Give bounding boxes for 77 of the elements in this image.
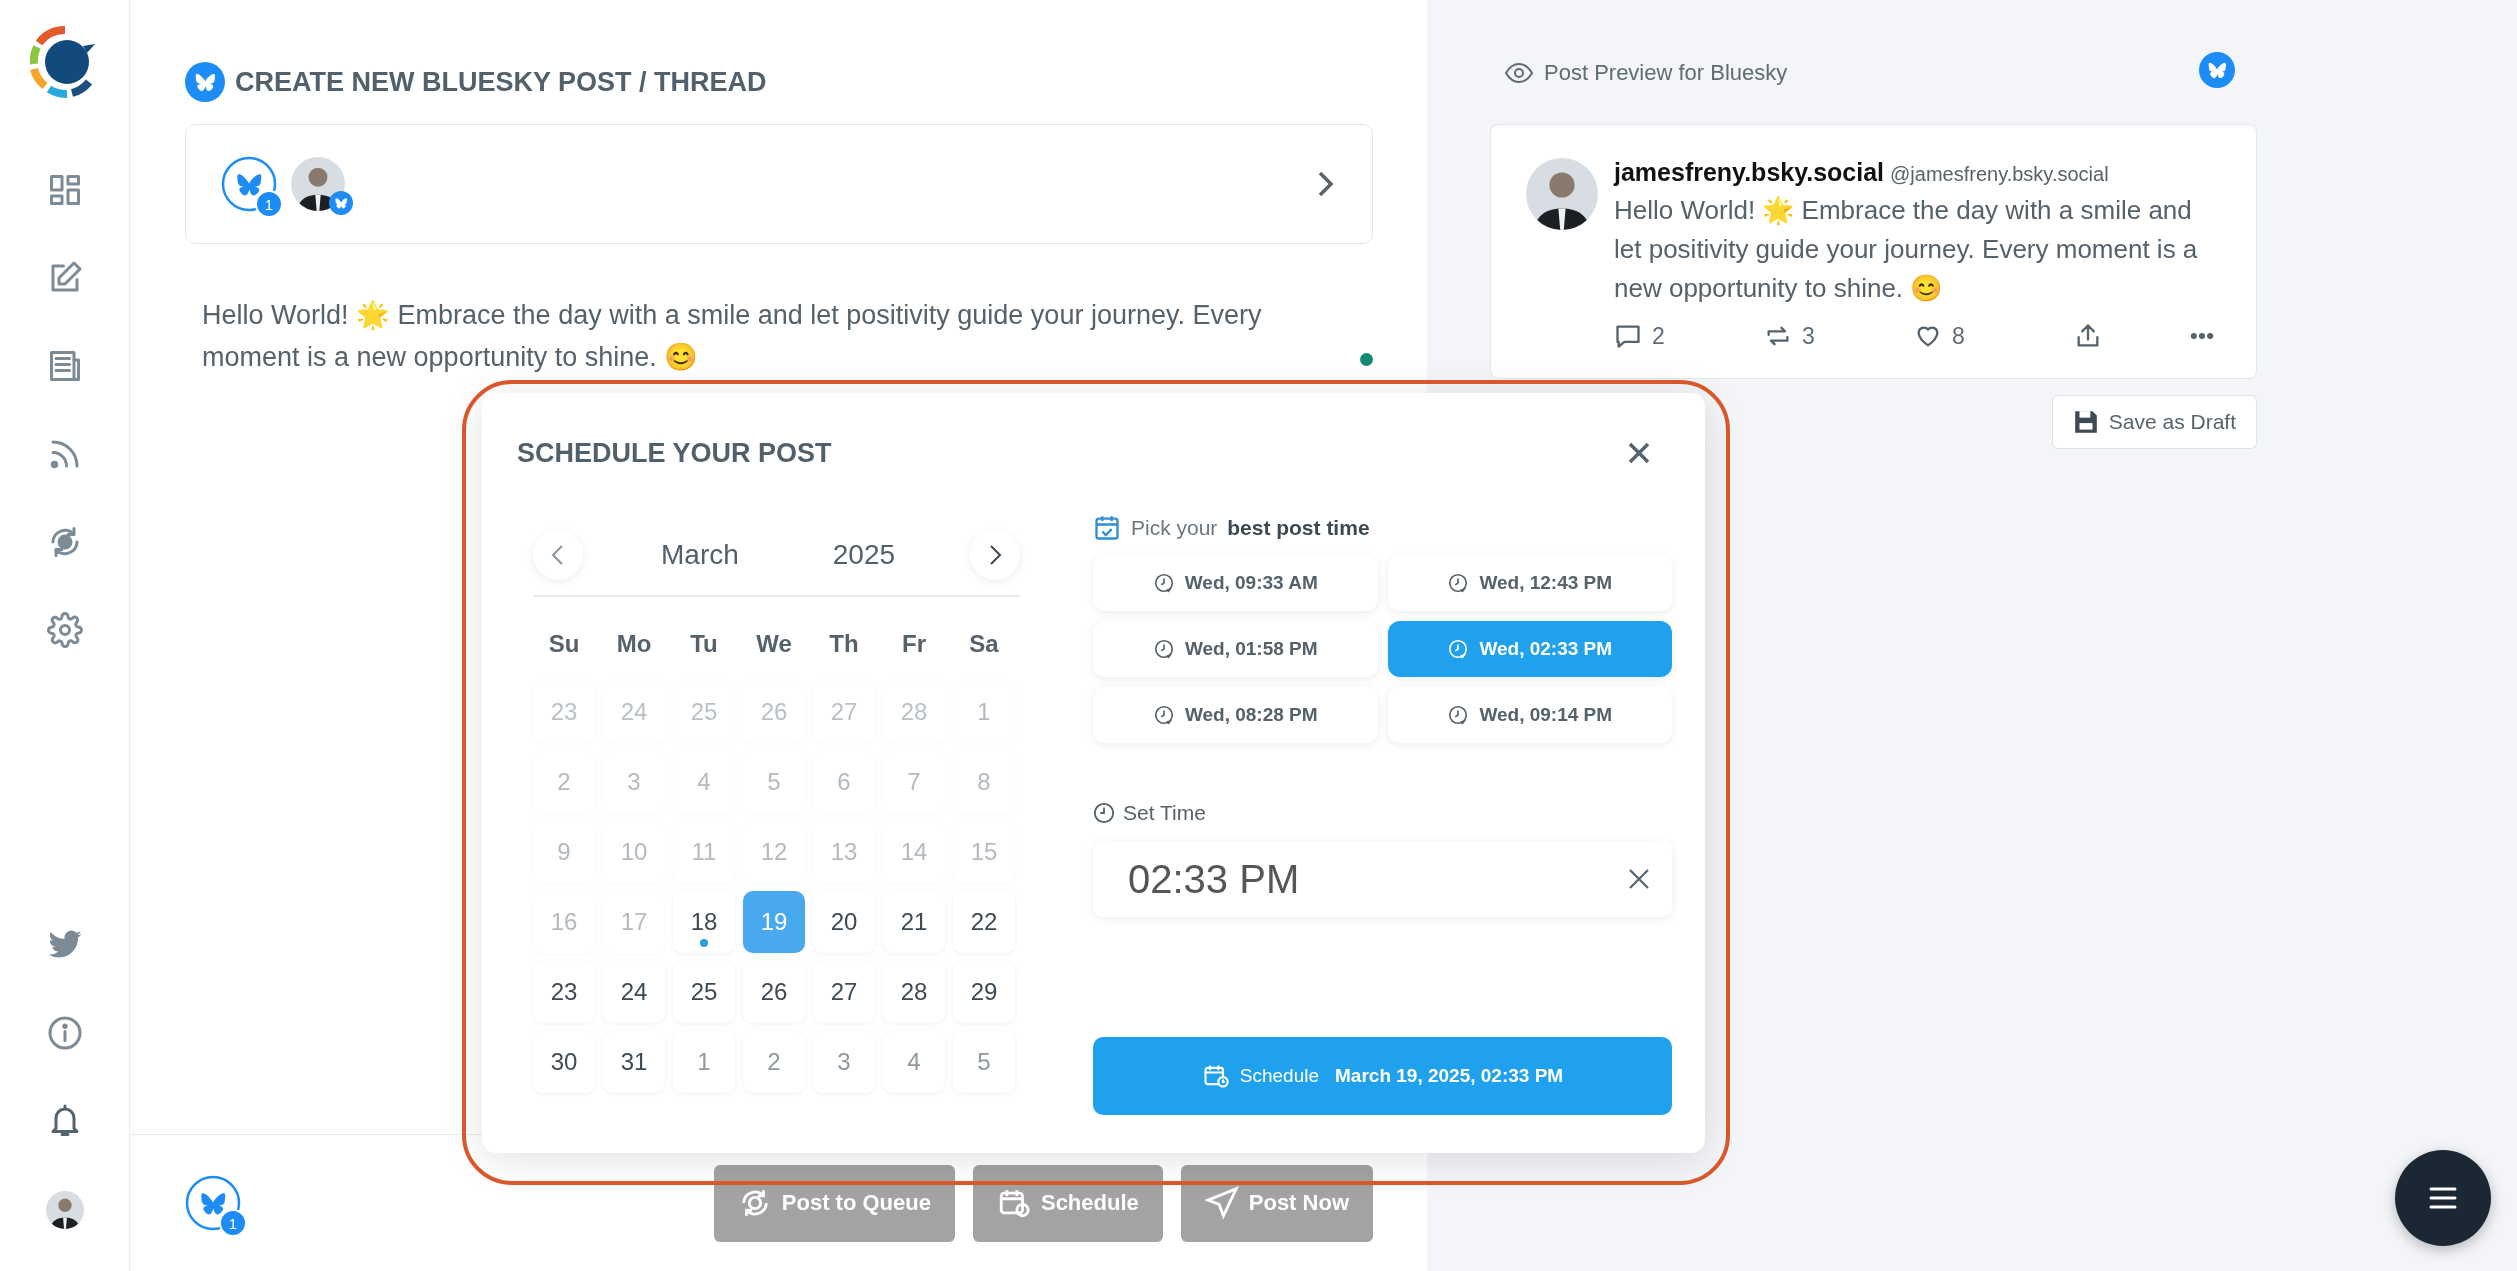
avatar	[291, 157, 345, 211]
calendar-day[interactable]: 29	[953, 961, 1015, 1023]
info-icon[interactable]	[46, 1015, 83, 1051]
calendar-day[interactable]: 27	[813, 961, 875, 1023]
weekday-label: Mo	[615, 630, 653, 658]
save-draft-button[interactable]: Save as Draft	[2051, 395, 2257, 449]
preview-title: Post Preview for Bluesky	[1544, 60, 1788, 86]
stat-count: 3	[1802, 322, 1815, 350]
stat-count: 8	[1952, 322, 1965, 350]
calendar-day[interactable]: 26	[743, 961, 805, 1023]
time-field[interactable]: 02:33 PM	[1093, 841, 1672, 917]
calendar-day[interactable]: 31	[603, 1031, 665, 1093]
butterfly-icon	[2199, 52, 2235, 88]
calendar-day[interactable]: 21	[883, 891, 945, 953]
weekday-label: Su	[547, 630, 581, 658]
post-text[interactable]: Hello World! 🌟 Embrace the day with a smile and let positivity guide your journey. Every moment is a new opportunity to shine. 😊	[202, 294, 1330, 378]
clock-icon	[1447, 572, 1470, 594]
count-badge: 1	[255, 190, 283, 218]
user-handle: @jamesfreny.bsky.social	[1890, 163, 2109, 185]
calendar-day[interactable]: 4	[883, 1031, 945, 1093]
display-name: jamesfreny.bsky.social	[1614, 158, 1885, 186]
time-slot[interactable]: Wed, 08:28 PM	[1093, 687, 1378, 743]
avatar	[45, 1191, 84, 1229]
year-select[interactable]: 2025	[832, 539, 910, 571]
time-slot[interactable]: Wed, 09:33 AM	[1093, 555, 1378, 611]
time-slot[interactable]: Wed, 02:33 PM	[1387, 621, 1672, 677]
calendar-check-icon	[1093, 514, 1121, 542]
clock-icon	[1447, 638, 1470, 660]
chevron-right-icon	[987, 543, 1003, 567]
clock-icon	[1152, 638, 1175, 660]
weekday-label: Fr	[901, 630, 927, 658]
account-card[interactable]: 1	[185, 124, 1373, 244]
clock-icon	[1152, 704, 1175, 726]
calendar-day[interactable]: 5	[953, 1031, 1015, 1093]
best-time-label: Pick your best post time	[1131, 516, 1370, 540]
calendar-day[interactable]: 2	[743, 1031, 805, 1093]
calendar-day[interactable]: 28	[883, 961, 945, 1023]
page-title: CREATE NEW BLUESKY POST / THREAD	[235, 66, 767, 98]
account-selector[interactable]: 1	[221, 156, 277, 212]
clock-icon	[1093, 802, 1115, 824]
weekday-label: We	[755, 630, 793, 658]
weekday-label: Tu	[689, 630, 719, 658]
calendar-day[interactable]: 1	[673, 1031, 735, 1093]
post-text: Hello World! 🌟 Embrace the day with a smile and let positivity guide your journey. Every moment is a new opportunity to shine. 😊	[1614, 194, 2199, 305]
clock-icon	[1447, 704, 1470, 726]
stat-count: 2	[1652, 322, 1665, 350]
menu-icon	[2428, 1185, 2458, 1211]
calendar-day[interactable]: 24	[603, 961, 665, 1023]
close-button[interactable]	[1626, 440, 1652, 466]
schedule-button[interactable]: Schedule March 19, 2025, 02:33 PM	[1093, 1037, 1672, 1115]
butterfly-icon	[185, 62, 225, 102]
account-selector[interactable]: 1	[185, 1175, 241, 1231]
dialog-title: SCHEDULE YOUR POST	[517, 437, 832, 469]
calendar-day[interactable]: 25	[673, 961, 735, 1023]
paper-plane-icon	[1204, 1186, 1239, 1220]
calendar-day[interactable]: 19	[743, 891, 805, 953]
calendar-day[interactable]: 22	[953, 891, 1015, 953]
eye-icon	[1504, 62, 1534, 84]
clock-icon	[1152, 572, 1175, 594]
weekday-label: Th	[828, 630, 860, 658]
calendar-day[interactable]: 18	[673, 891, 735, 953]
time-slot[interactable]: Wed, 12:43 PM	[1387, 555, 1672, 611]
chevron-left-icon	[550, 543, 566, 567]
settings-icon[interactable]	[46, 612, 83, 648]
calendar-day[interactable]: 20	[813, 891, 875, 953]
status-dot	[1360, 353, 1373, 366]
count-badge: 1	[219, 1209, 247, 1237]
weekday-label: Sa	[968, 630, 1000, 658]
calendar-day[interactable]: 23	[533, 961, 595, 1023]
month-select[interactable]: March	[661, 539, 753, 571]
calendar-day[interactable]: 30	[533, 1031, 595, 1093]
clear-icon[interactable]	[1628, 868, 1650, 890]
set-time-label: Set Time	[1123, 801, 1206, 825]
time-slot[interactable]: Wed, 01:58 PM	[1093, 621, 1378, 677]
calendar-day[interactable]: 3	[813, 1031, 875, 1093]
butterfly-icon	[329, 191, 353, 215]
time-slot[interactable]: Wed, 09:14 PM	[1387, 687, 1672, 743]
